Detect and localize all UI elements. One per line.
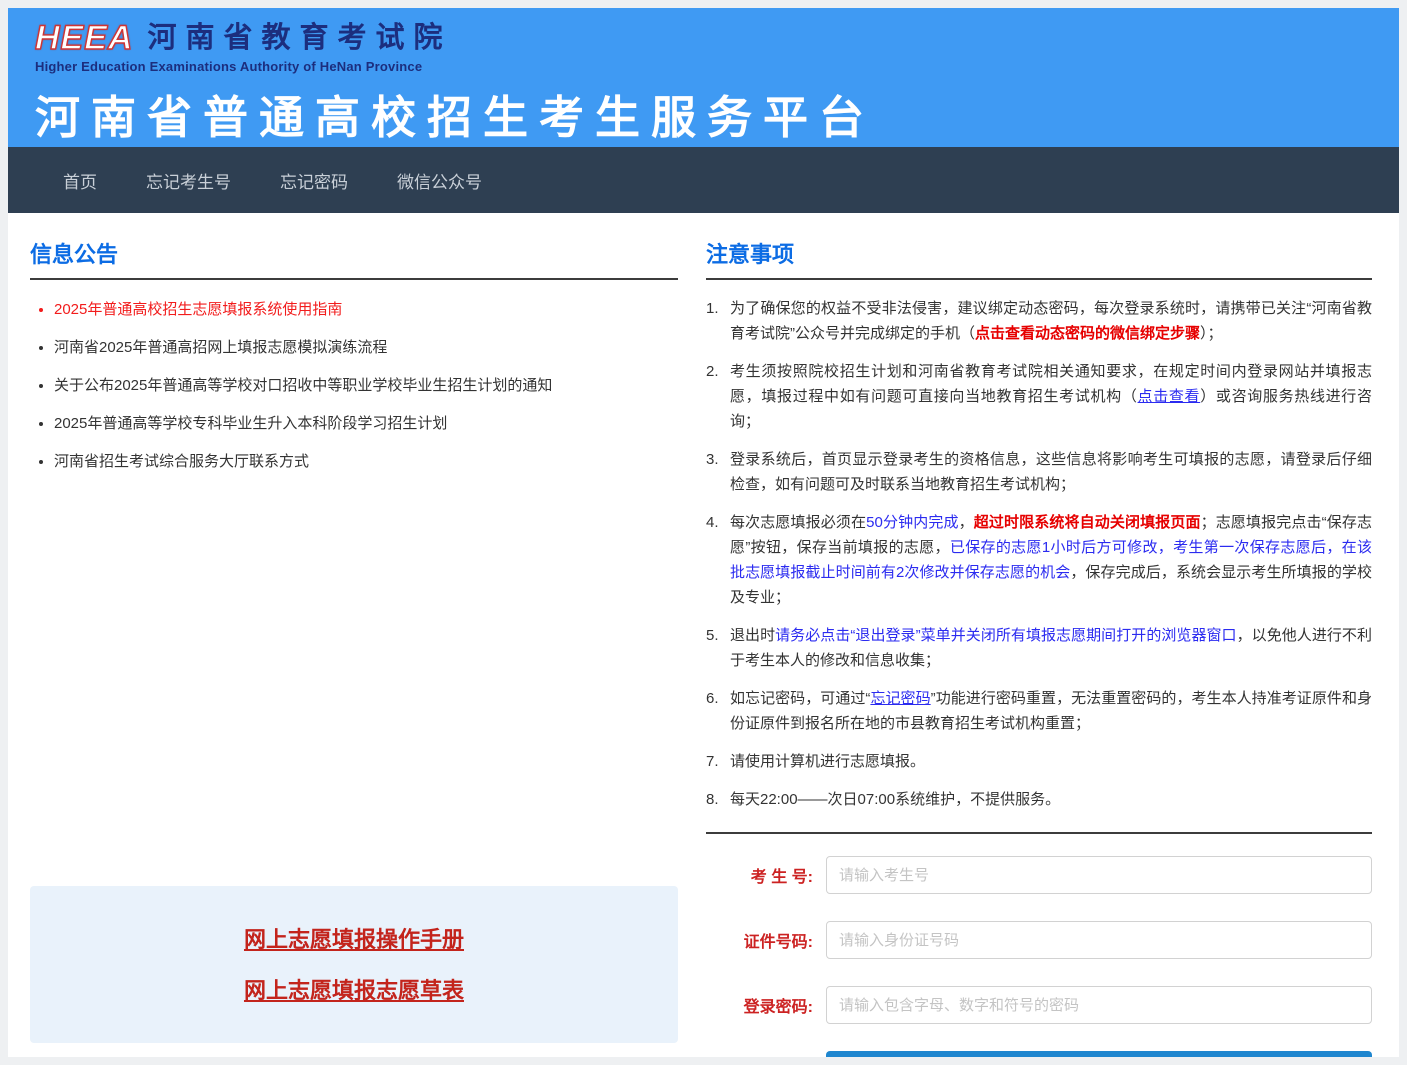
id-number-row: 证件号码: (706, 921, 1372, 959)
login-form: 考 生 号:证件号码:登录密码: 验 证 码: 点击进行验证 登录 (706, 856, 1372, 1057)
notice-item-3: 3. 登录系统后，首页显示登录考生的资格信息，这些信息将影响考生可填报的志愿，请登… (706, 447, 1372, 497)
notice-number: 6. (706, 690, 719, 707)
password-row: 登录密码: (706, 986, 1372, 1024)
password-label: 登录密码: (743, 999, 813, 1016)
notices-list: 1. 为了确保您的权益不受非法侵害，建议绑定动态密码，每次登录系统时，请携带已关注… (706, 296, 1372, 812)
captcha-row: 验 证 码: 点击进行验证 (706, 1051, 1372, 1057)
notice-item-8: 8. 每天22:00——次日07:00系统维护，不提供服务。 (706, 787, 1372, 812)
announcement-link[interactable]: 2025年普通高等学校专科毕业生升入本科阶段学习招生计划 (54, 412, 678, 433)
notice-item-4: 4. 每次志愿填报必须在50分钟内完成，超过时限系统将自动关闭填报页面；志愿填报完… (706, 510, 1372, 610)
notice-text-segment: 退出时 (730, 627, 776, 644)
notice-inline-link[interactable]: 忘记密码 (870, 690, 930, 707)
notices-title: 注意事项 (706, 242, 795, 267)
login-fields: 考 生 号: 证件号码: 登录密码: (706, 856, 1372, 1024)
announcement-link[interactable]: 2025年普通高校招生志愿填报系统使用指南 (54, 298, 678, 319)
announcement-link[interactable]: 河南省招生考试综合服务大厅联系方式 (54, 450, 678, 471)
notice-item-5: 5. 退出时请务必点击“退出登录”菜单并关闭所有填报志愿期间打开的浏览器窗口，以免… (706, 623, 1372, 673)
notices-bottom-rule (706, 832, 1372, 834)
announcement-link[interactable]: 河南省2025年普通高招网上填报志愿模拟演练流程 (54, 336, 678, 357)
notice-number: 7. (706, 753, 719, 770)
site-banner: HEEA 河南省教育考试院 Higher Education Examinati… (8, 8, 1399, 147)
notice-item-1: 1. 为了确保您的权益不受非法侵害，建议绑定动态密码，每次登录系统时，请携带已关注… (706, 296, 1372, 346)
nav-item-1[interactable]: 首页 (63, 168, 97, 193)
page-background: HEEA 河南省教育考试院 Higher Education Examinati… (0, 0, 1407, 1065)
notice-text-segment: 点击查看动态密码的微信绑定步骤 (975, 325, 1201, 342)
captcha-verify-button[interactable]: 点击进行验证 (826, 1051, 1372, 1057)
id-number-input[interactable] (826, 921, 1372, 959)
org-name-en: Higher Education Examinations Authority … (35, 59, 423, 74)
logo-row: HEEA 河南省教育考试院 (34, 18, 1399, 58)
heea-logo-icon: HEEA (34, 18, 134, 57)
notice-number: 2. (706, 363, 719, 380)
nav-item-2[interactable]: 忘记考生号 (146, 168, 231, 193)
org-name-cn: 河南省教育考试院 (147, 22, 452, 54)
notice-text-segment: 请使用计算机进行志愿填报。 (730, 753, 926, 770)
notice-item-6: 6. 如忘记密码，可通过“忘记密码”功能进行密码重置，无法重置密码的，考生本人持准… (706, 686, 1372, 736)
notice-text-segment: 请务必点击“退出登录”菜单并关闭所有填报志愿期间打开的浏览器窗口 (775, 627, 1237, 644)
announcements-list: 2025年普通高校招生志愿填报系统使用指南河南省2025年普通高招网上填报志愿模… (30, 298, 678, 471)
notice-text-segment: ）； (1200, 325, 1223, 342)
notice-text-segment: 如忘记密码，可通过“ (730, 690, 871, 707)
announcements-rule (30, 278, 678, 280)
notices-column: 注意事项 1. 为了确保您的权益不受非法侵害，建议绑定动态密码，每次登录系统时，请… (706, 235, 1372, 1057)
nav-item-3[interactable]: 忘记密码 (280, 168, 348, 193)
notice-item-2: 2. 考生须按照院校招生计划和河南省教育考试院相关通知要求，在规定时间内登录网站并… (706, 359, 1372, 434)
candidate-number-label: 考 生 号: (750, 869, 813, 886)
nav-item-4[interactable]: 微信公众号 (397, 168, 482, 193)
nav: 首页 忘记考生号 忘记密码 微信公众号 (8, 147, 1399, 213)
id-number-label: 证件号码: (743, 934, 813, 951)
notices-rule (706, 278, 1372, 280)
notice-text-segment: 超过时限系统将自动关闭填报页面 (973, 514, 1201, 531)
handbook-link-1[interactable]: 网上志愿填报操作手册 (30, 922, 678, 954)
notice-number: 5. (706, 627, 719, 644)
handbook-panel: 网上志愿填报操作手册 网上志愿填报志愿草表 (30, 886, 678, 1043)
notice-text-segment: 每次志愿填报必须在 (730, 514, 867, 531)
handbook-link-2[interactable]: 网上志愿填报志愿草表 (30, 973, 678, 1005)
notice-text-segment: 50分钟内完成 (866, 514, 959, 531)
site-container: HEEA 河南省教育考试院 Higher Education Examinati… (8, 8, 1399, 1057)
notice-number: 4. (706, 514, 719, 531)
site-title: 河南省普通高校招生考生服务平台 (35, 92, 876, 143)
announcement-link[interactable]: 关于公布2025年普通高等学校对口招收中等职业学校毕业生招生计划的通知 (54, 374, 678, 395)
password-input[interactable] (826, 986, 1372, 1024)
notice-number: 8. (706, 791, 719, 808)
announcements-column: 信息公告 2025年普通高校招生志愿填报系统使用指南河南省2025年普通高招网上… (30, 235, 678, 1057)
notice-item-7: 7. 请使用计算机进行志愿填报。 (706, 749, 1372, 774)
candidate-number-input[interactable] (826, 856, 1372, 894)
notice-number: 1. (706, 300, 719, 317)
announcements-title: 信息公告 (30, 242, 119, 267)
column-gutter (678, 235, 706, 1057)
candidate-number-row: 考 生 号: (706, 856, 1372, 894)
notice-text-segment: ， (958, 514, 974, 531)
notice-text-segment: 每天22:00——次日07:00系统维护，不提供服务。 (730, 791, 1061, 808)
notice-text-segment: 登录系统后，首页显示登录考生的资格信息，这些信息将影响考生可填报的志愿，请登录后… (730, 451, 1372, 493)
main-content: 信息公告 2025年普通高校招生志愿填报系统使用指南河南省2025年普通高招网上… (8, 213, 1399, 1057)
notice-number: 3. (706, 451, 719, 468)
notice-inline-link[interactable]: 点击查看 (1138, 388, 1201, 405)
